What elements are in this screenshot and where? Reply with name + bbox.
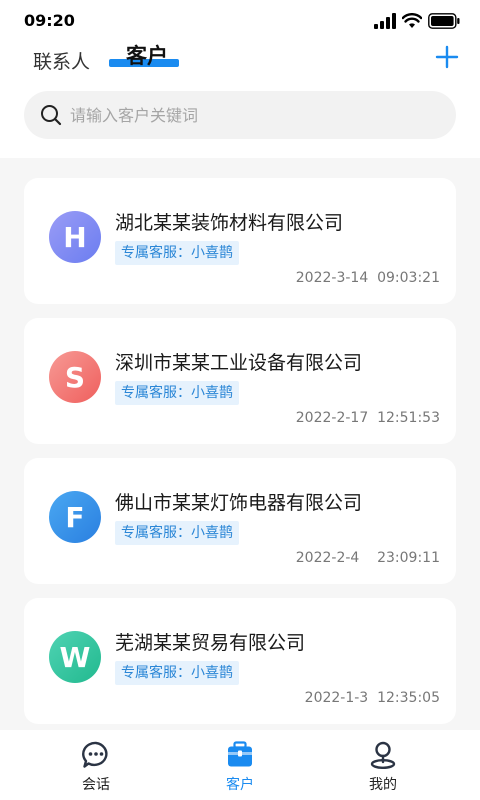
customer-avatar: F: [49, 491, 101, 543]
tab-bar: 联系人 客户: [0, 40, 480, 76]
chat-bubble-icon: [82, 741, 108, 768]
customer-timestamp: 2022-2-4 23:09:11: [295, 550, 440, 566]
customer-timestamp: 2022-3-14 09:03:21: [295, 270, 440, 286]
tab-customers-label: 客户: [126, 44, 168, 68]
customer-card[interactable]: S 深圳市某某工业设备有限公司 专属客服：小喜鹊 2022-2-17 12:51…: [24, 318, 456, 444]
top-panel: 09:20 联系人 客户: [0, 0, 480, 158]
search-input[interactable]: [70, 105, 430, 125]
service-tag: 专属客服：小喜鹊: [115, 381, 239, 405]
plus-icon: [435, 45, 459, 69]
nav-mine[interactable]: 我的: [343, 740, 423, 796]
tab-contacts[interactable]: 联系人: [33, 47, 90, 74]
status-time: 09:20: [24, 11, 75, 30]
nav-mine-label: 我的: [369, 777, 397, 793]
status-bar: 09:20: [0, 0, 480, 40]
customer-name: 芜湖某某贸易有限公司: [115, 632, 306, 654]
customer-list: H 湖北某某装饰材料有限公司 专属客服：小喜鹊 2022-3-14 09:03:…: [24, 178, 456, 738]
customer-avatar: W: [49, 631, 101, 683]
battery-icon: [428, 13, 460, 29]
service-tag: 专属客服：小喜鹊: [115, 521, 239, 545]
customer-card[interactable]: W 芜湖某某贸易有限公司 专属客服：小喜鹊 2022-1-3 12:35:05: [24, 598, 456, 724]
customer-timestamp: 2022-2-17 12:51:53: [295, 410, 440, 426]
cellular-signal-icon: [374, 13, 396, 29]
status-icons: [374, 12, 460, 30]
search-icon: [41, 105, 62, 126]
briefcase-icon: [228, 741, 252, 767]
user-pin-icon: [370, 741, 396, 770]
nav-customers-label: 客户: [226, 777, 254, 793]
tab-customers[interactable]: 客户: [126, 40, 168, 70]
customer-name: 深圳市某某工业设备有限公司: [115, 352, 363, 374]
wifi-icon: [402, 13, 422, 28]
customer-timestamp: 2022-1-3 12:35:05: [304, 690, 440, 706]
service-tag: 专属客服：小喜鹊: [115, 661, 239, 685]
customer-name: 佛山市某某灯饰电器有限公司: [115, 492, 363, 514]
nav-customers[interactable]: 客户: [200, 740, 280, 796]
customer-card[interactable]: F 佛山市某某灯饰电器有限公司 专属客服：小喜鹊 2022-2-4 23:09:…: [24, 458, 456, 584]
customer-avatar: S: [49, 351, 101, 403]
service-tag: 专属客服：小喜鹊: [115, 241, 239, 265]
bottom-nav: 会话 客户 我的: [0, 730, 480, 800]
search-bar: [24, 91, 456, 139]
customer-avatar: H: [49, 211, 101, 263]
add-customer-button[interactable]: [434, 44, 460, 70]
nav-chat[interactable]: 会话: [56, 740, 136, 796]
nav-chat-label: 会话: [82, 777, 110, 793]
customer-name: 湖北某某装饰材料有限公司: [115, 212, 344, 234]
customer-card[interactable]: H 湖北某某装饰材料有限公司 专属客服：小喜鹊 2022-3-14 09:03:…: [24, 178, 456, 304]
